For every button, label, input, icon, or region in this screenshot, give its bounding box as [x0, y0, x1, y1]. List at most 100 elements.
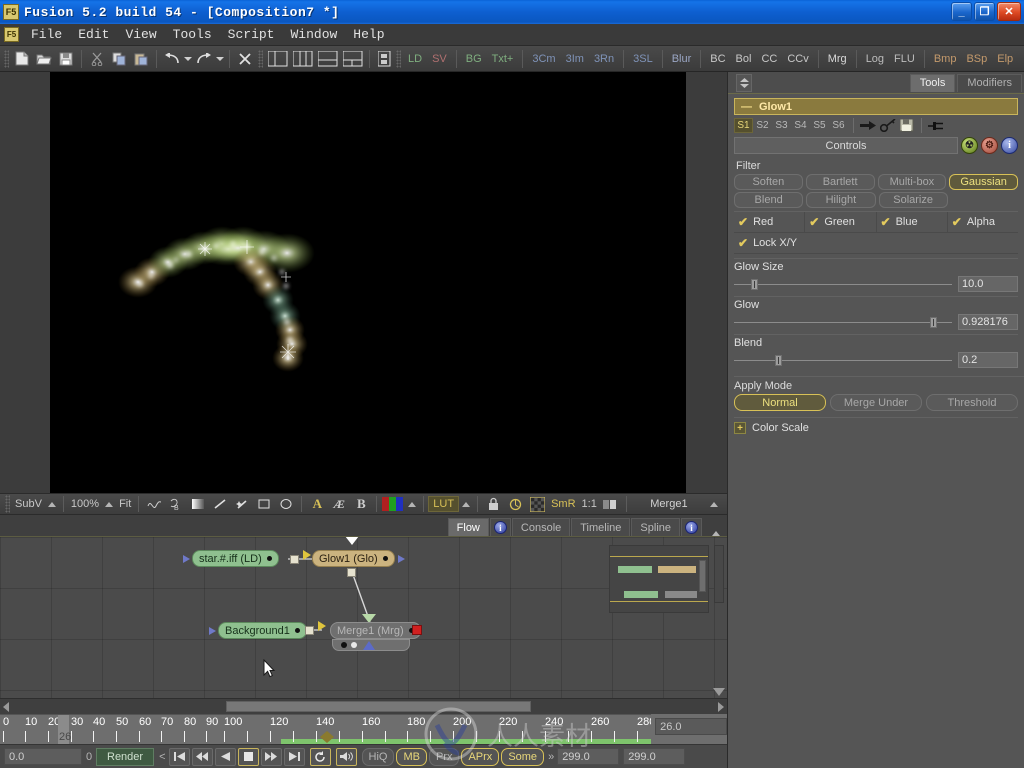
- viewer-canvas[interactable]: [50, 72, 686, 493]
- tool-shortcut-3im[interactable]: 3Im: [561, 51, 589, 67]
- filter-multi-box[interactable]: Multi-box: [877, 174, 947, 190]
- pin-icon[interactable]: [927, 118, 946, 133]
- split-icon[interactable]: [600, 494, 622, 515]
- line-icon[interactable]: [209, 494, 231, 515]
- channel-b-icon[interactable]: B: [350, 494, 372, 515]
- undo-icon[interactable]: [161, 48, 183, 69]
- tool-shortcut-3sl[interactable]: 3SL: [628, 51, 658, 67]
- channel-ab-icon[interactable]: Æ: [328, 494, 350, 515]
- tool-shortcut-mrg[interactable]: Mrg: [823, 51, 852, 67]
- filter-bartlett[interactable]: Bartlett: [805, 174, 875, 190]
- time-ruler[interactable]: 0 10 20 30 40 50 60 70 80 90 100 120 140…: [0, 714, 652, 744]
- slider-glow-size-track[interactable]: [734, 278, 952, 290]
- toolbar-grip-3[interactable]: [396, 49, 401, 68]
- roi-icon[interactable]: [504, 494, 526, 515]
- flow-scroll-left-icon[interactable]: [3, 701, 9, 712]
- rgb-dropdown-icon[interactable]: [408, 501, 417, 507]
- checkbox-red[interactable]: ✔ Red: [734, 212, 806, 232]
- node-view-dot-b[interactable]: [351, 642, 357, 648]
- flow-canvas[interactable]: star.#.iff (LD) Glow1 (Glo) Background1 …: [0, 537, 727, 698]
- tool-shortcut-ccv[interactable]: CCv: [782, 51, 813, 67]
- toolbar-grip-2[interactable]: [258, 49, 263, 68]
- open-icon[interactable]: [33, 48, 55, 69]
- layout-stack-icon[interactable]: [374, 48, 394, 69]
- menu-item-edit[interactable]: Edit: [70, 25, 117, 44]
- save-icon[interactable]: [55, 48, 77, 69]
- channel-a-icon[interactable]: A: [306, 494, 328, 515]
- tool-shortcut-bmp[interactable]: Bmp: [929, 51, 962, 67]
- last-frame-icon[interactable]: [283, 747, 305, 766]
- arrow-right-icon[interactable]: [859, 118, 878, 133]
- maximize-button[interactable]: ❐: [974, 2, 995, 21]
- rect-icon[interactable]: [253, 494, 275, 515]
- mode-prx[interactable]: Prx: [428, 747, 460, 766]
- key-icon[interactable]: [878, 118, 897, 133]
- node-glow[interactable]: Glow1 (Glo): [312, 550, 405, 567]
- range-start-field[interactable]: 0.0: [4, 748, 82, 765]
- subview-button[interactable]: SubV: [12, 498, 45, 510]
- tool-shortcut-flu[interactable]: FLU: [889, 51, 920, 67]
- tool-shortcut-3cm[interactable]: 3Cm: [527, 51, 560, 67]
- delete-icon[interactable]: [234, 48, 256, 69]
- curve-icon[interactable]: [143, 494, 165, 515]
- apply-mode-normal[interactable]: Normal: [734, 394, 826, 411]
- filter-blend[interactable]: Blend: [734, 192, 804, 208]
- tab-info-icon-1[interactable]: i: [489, 518, 511, 536]
- tab-spline[interactable]: Spline: [631, 518, 680, 536]
- checker-icon[interactable]: [526, 494, 548, 515]
- filter-solarize[interactable]: Solarize: [878, 192, 948, 208]
- menu-item-window[interactable]: Window: [282, 25, 345, 44]
- menu-item-view[interactable]: View: [117, 25, 164, 44]
- render-range-bar[interactable]: [281, 739, 652, 744]
- info-icon[interactable]: i: [1001, 137, 1018, 154]
- cut-icon[interactable]: [86, 48, 108, 69]
- render-button[interactable]: Render: [96, 747, 155, 766]
- paste-icon[interactable]: [130, 48, 152, 69]
- apply-mode-merge-under[interactable]: Merge Under: [830, 394, 922, 411]
- node-view-indicator[interactable]: [412, 625, 422, 635]
- connection-handle-1[interactable]: [290, 555, 299, 564]
- slider-blend-track[interactable]: [734, 354, 952, 366]
- menu-app-icon[interactable]: F5: [4, 27, 19, 42]
- checkbox-blue[interactable]: ✔ Blue: [877, 212, 948, 232]
- sparkle-icon[interactable]: [231, 494, 253, 515]
- transport-collapse-icon[interactable]: <: [159, 751, 165, 763]
- tool-shortcut-ld[interactable]: LD: [403, 51, 427, 67]
- tool-shortcut-3rn[interactable]: 3Rn: [589, 51, 619, 67]
- node-view-dot-a[interactable]: [341, 642, 347, 648]
- layout-2-icon[interactable]: [290, 48, 315, 69]
- lut-button[interactable]: LUT: [428, 496, 460, 512]
- rgb-icon[interactable]: [381, 494, 405, 515]
- redo-icon[interactable]: [193, 48, 215, 69]
- active-tool-header[interactable]: — Glow1: [734, 98, 1018, 115]
- menu-item-file[interactable]: File: [23, 25, 70, 44]
- tool-shortcut-bg[interactable]: BG: [461, 51, 487, 67]
- mode-mb[interactable]: MB: [396, 747, 427, 766]
- menu-item-tools[interactable]: Tools: [165, 25, 220, 44]
- flow-hscroll-thumb[interactable]: [226, 701, 531, 712]
- state-button-s3[interactable]: S3: [772, 118, 791, 133]
- tab-timeline[interactable]: Timeline: [571, 518, 631, 536]
- slider-glow-thumb[interactable]: [930, 316, 938, 328]
- tool-shortcut-txt[interactable]: Txt+: [487, 51, 519, 67]
- state-button-s5[interactable]: S5: [810, 118, 829, 133]
- slider-blend-thumb[interactable]: [775, 354, 783, 366]
- undo-dropdown-icon[interactable]: [183, 48, 193, 69]
- fast-forward-icon[interactable]: [260, 747, 282, 766]
- tool-shortcut-sv[interactable]: SV: [427, 51, 452, 67]
- tab-console[interactable]: Console: [511, 518, 571, 536]
- menu-item-script[interactable]: Script: [220, 25, 283, 44]
- state-button-s1[interactable]: S1: [734, 118, 753, 133]
- radioactive-icon[interactable]: ☢: [961, 137, 978, 154]
- flow-scroll-up-icon[interactable]: [712, 531, 720, 536]
- render-end-field-right[interactable]: 299.0: [623, 748, 686, 765]
- minimize-button[interactable]: _: [951, 2, 972, 21]
- slider-glow-size-value[interactable]: 10.0: [958, 276, 1018, 292]
- flow-hscrollbar[interactable]: [0, 698, 727, 714]
- layout-1-icon[interactable]: [265, 48, 290, 69]
- checkbox-alpha[interactable]: ✔ Alpha: [948, 212, 1018, 232]
- tool-shortcut-pl[interactable]: Pl: [1018, 51, 1024, 67]
- apply-mode-threshold[interactable]: Threshold: [926, 394, 1018, 411]
- node-background[interactable]: Background1: [209, 622, 307, 639]
- checkbox-lock-xy[interactable]: ✔ Lock X/Y: [738, 236, 797, 250]
